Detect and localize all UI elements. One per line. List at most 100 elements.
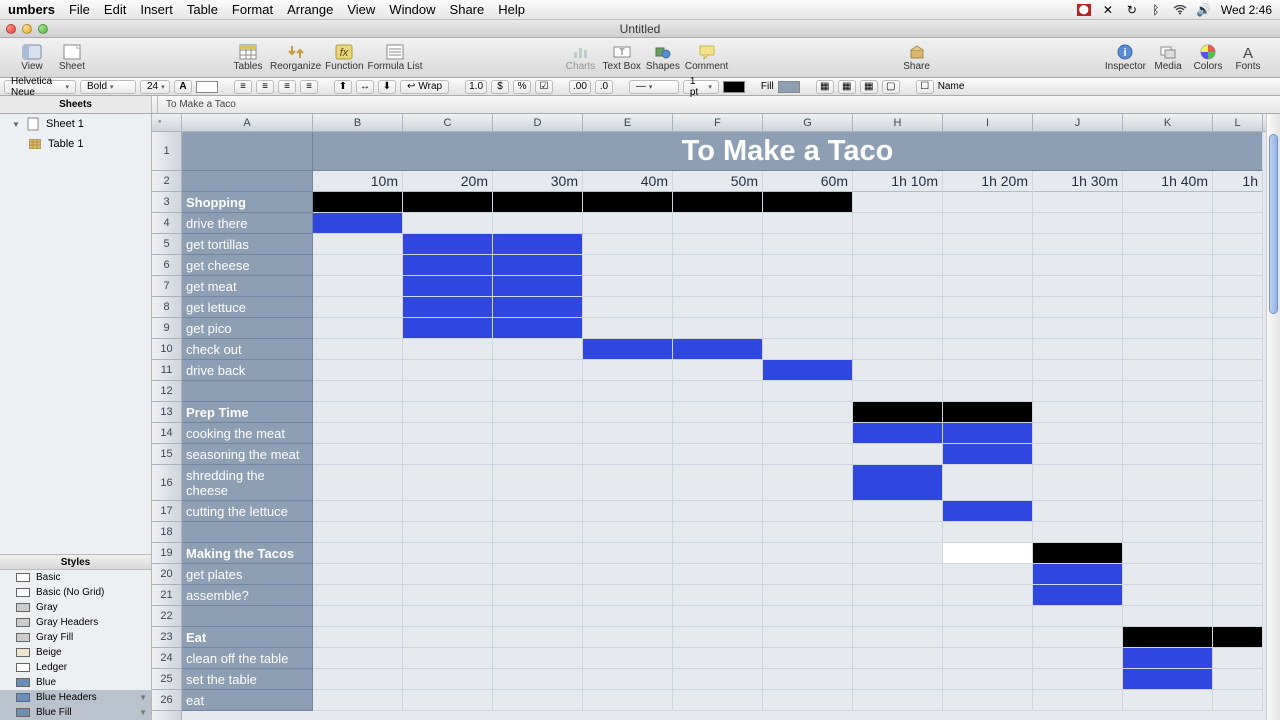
column-header[interactable]: F: [673, 114, 763, 131]
gantt-cell[interactable]: [313, 381, 403, 402]
gantt-cell[interactable]: [493, 564, 583, 585]
gantt-cell[interactable]: [583, 192, 673, 213]
task-label-cell[interactable]: get lettuce: [182, 297, 313, 318]
menu-arrange[interactable]: Arrange: [287, 2, 333, 17]
menu-insert[interactable]: Insert: [140, 2, 173, 17]
gantt-cell[interactable]: [763, 402, 853, 423]
task-label-cell[interactable]: Making the Tacos: [182, 543, 313, 564]
gantt-cell[interactable]: [313, 501, 403, 522]
chevron-down-icon[interactable]: ▼: [139, 693, 147, 702]
gantt-cell[interactable]: [853, 444, 943, 465]
gantt-cell[interactable]: [853, 627, 943, 648]
time-header-cell[interactable]: 10m: [313, 171, 403, 192]
border-style-select[interactable]: — ▾: [629, 80, 679, 94]
gantt-cell[interactable]: [403, 690, 493, 711]
gantt-cell[interactable]: [1123, 255, 1213, 276]
task-label-cell[interactable]: get meat: [182, 276, 313, 297]
gantt-cell[interactable]: [673, 339, 763, 360]
gantt-cell[interactable]: [1033, 501, 1123, 522]
row-header[interactable]: 14: [152, 423, 181, 444]
disclosure-triangle-icon[interactable]: ▼: [12, 120, 20, 129]
gantt-cell[interactable]: [673, 627, 763, 648]
charts-button[interactable]: Charts: [563, 43, 599, 72]
time-header-cell[interactable]: [182, 171, 313, 192]
gantt-cell[interactable]: [403, 543, 493, 564]
row-header[interactable]: 23: [152, 627, 181, 648]
gantt-cell[interactable]: [583, 276, 673, 297]
gantt-cell[interactable]: [583, 444, 673, 465]
gantt-cell[interactable]: [403, 444, 493, 465]
time-header-cell[interactable]: 1h 20m: [943, 171, 1033, 192]
gantt-cell[interactable]: [853, 465, 943, 501]
align-right-button[interactable]: ≡: [278, 80, 296, 94]
row-header[interactable]: 1: [152, 132, 181, 171]
gantt-cell[interactable]: [943, 465, 1033, 501]
borders-all-button[interactable]: ▦: [860, 80, 878, 94]
format-currency-button[interactable]: $: [491, 80, 509, 94]
gantt-cell[interactable]: [1213, 360, 1263, 381]
gantt-cell[interactable]: [313, 423, 403, 444]
style-item[interactable]: Blue Fill▼: [0, 705, 151, 720]
task-label-cell[interactable]: [182, 606, 313, 627]
gantt-cell[interactable]: [853, 669, 943, 690]
gantt-cell[interactable]: [583, 669, 673, 690]
style-item[interactable]: Ledger: [0, 660, 151, 675]
gantt-cell[interactable]: [403, 585, 493, 606]
gantt-cell[interactable]: [493, 690, 583, 711]
gantt-cell[interactable]: [1033, 360, 1123, 381]
formula-list-button[interactable]: Formula List: [368, 43, 423, 72]
gantt-cell[interactable]: [313, 627, 403, 648]
style-item[interactable]: Beige: [0, 645, 151, 660]
column-header[interactable]: C: [403, 114, 493, 131]
gantt-cell[interactable]: [583, 606, 673, 627]
row-header[interactable]: 19: [152, 543, 181, 564]
gantt-cell[interactable]: [673, 669, 763, 690]
gantt-cell[interactable]: [853, 297, 943, 318]
gantt-cell[interactable]: [1213, 339, 1263, 360]
gantt-cell[interactable]: [1033, 669, 1123, 690]
row-header[interactable]: 15: [152, 444, 181, 465]
gantt-cell[interactable]: [1123, 522, 1213, 543]
row-header[interactable]: 3: [152, 192, 181, 213]
gantt-cell[interactable]: [1033, 465, 1123, 501]
gantt-cell[interactable]: [1213, 465, 1263, 501]
gantt-cell[interactable]: [1033, 606, 1123, 627]
gantt-cell[interactable]: [583, 234, 673, 255]
task-label-cell[interactable]: clean off the table: [182, 648, 313, 669]
gantt-cell[interactable]: [1033, 213, 1123, 234]
gantt-cell[interactable]: [583, 585, 673, 606]
column-header[interactable]: G: [763, 114, 853, 131]
gantt-cell[interactable]: [763, 585, 853, 606]
gantt-cell[interactable]: [763, 318, 853, 339]
gantt-cell[interactable]: [763, 690, 853, 711]
gantt-cell[interactable]: [1213, 543, 1263, 564]
column-headers[interactable]: ABCDEFGHIJKL: [182, 114, 1266, 132]
scrollbar-thumb[interactable]: [1269, 134, 1278, 314]
gantt-cell[interactable]: [943, 543, 1033, 564]
gantt-cell[interactable]: [763, 255, 853, 276]
gantt-cell[interactable]: [943, 669, 1033, 690]
task-label-cell[interactable]: shredding the cheese: [182, 465, 313, 501]
gantt-cell[interactable]: [403, 381, 493, 402]
gantt-cell[interactable]: [1213, 297, 1263, 318]
time-header-cell[interactable]: 20m: [403, 171, 493, 192]
gantt-cell[interactable]: [853, 192, 943, 213]
gantt-cell[interactable]: [1033, 381, 1123, 402]
valign-bot-button[interactable]: ⬇: [378, 80, 396, 94]
gantt-cell[interactable]: [493, 423, 583, 444]
gantt-cell[interactable]: [403, 522, 493, 543]
media-button[interactable]: Media: [1150, 43, 1186, 72]
task-label-cell[interactable]: set the table: [182, 669, 313, 690]
gantt-cell[interactable]: [1213, 213, 1263, 234]
gantt-cell[interactable]: [1033, 297, 1123, 318]
gantt-cell[interactable]: [403, 402, 493, 423]
gantt-cell[interactable]: [403, 648, 493, 669]
row-header[interactable]: 17: [152, 501, 181, 522]
row-header[interactable]: 16: [152, 465, 181, 501]
gantt-cell[interactable]: [763, 213, 853, 234]
wrap-button[interactable]: ↩Wrap: [400, 80, 449, 94]
tables-button[interactable]: Tables: [230, 43, 266, 72]
gantt-cell[interactable]: [673, 606, 763, 627]
time-header-cell[interactable]: 40m: [583, 171, 673, 192]
gantt-cell[interactable]: [403, 255, 493, 276]
